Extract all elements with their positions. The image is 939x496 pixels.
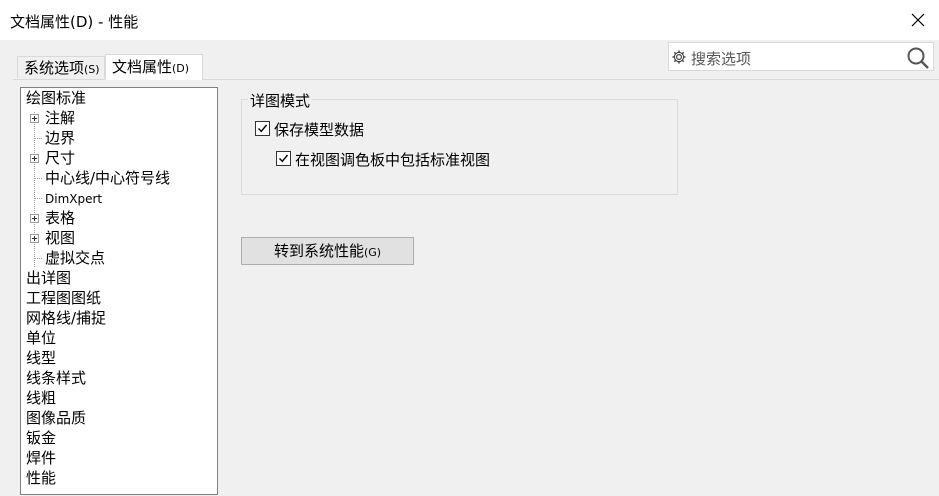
tree-item-annotations[interactable]: 注解 [45, 108, 75, 128]
tree-item-line-style[interactable]: 线条样式 [26, 368, 86, 388]
expand-icon[interactable] [30, 154, 39, 163]
tab-document-properties-accel: (D) [172, 62, 190, 75]
save-model-data-label[interactable]: 保存模型数据 [274, 119, 364, 140]
tree-item-borders[interactable]: 边界 [45, 128, 75, 148]
tree-item-virtual-sharps[interactable]: 虚拟交点 [45, 248, 105, 268]
tree-item-views[interactable]: 视图 [45, 228, 75, 248]
window-title: 文档属性(D) - 性能 [10, 13, 139, 31]
expand-icon[interactable] [30, 214, 39, 223]
search-icon[interactable] [906, 46, 930, 70]
include-standard-views-label[interactable]: 在视图调色板中包括标准视图 [295, 149, 490, 170]
detail-mode-legend: 详图模式 [248, 90, 313, 111]
goto-system-performance-button[interactable]: 转到系统性能(G) [241, 237, 414, 265]
tab-system-options[interactable]: 系统选项(S) [17, 56, 105, 78]
goto-system-performance-accel: (G) [363, 246, 382, 259]
goto-system-performance-label: 转到系统性能 [273, 242, 364, 260]
tab-system-options-accel: (S) [84, 63, 100, 76]
tree-item-sheet-metal[interactable]: 钣金 [26, 428, 56, 448]
checkmark-icon [258, 124, 268, 133]
tree-item-weldments[interactable]: 焊件 [26, 448, 56, 468]
tree-connector [34, 258, 42, 259]
search-box[interactable]: 搜索选项 [668, 42, 934, 71]
close-button[interactable] [896, 0, 939, 40]
tree-item-detailing[interactable]: 出详图 [26, 268, 71, 288]
tab-document-properties[interactable]: 文档属性(D) [105, 54, 203, 80]
close-icon [911, 13, 924, 27]
tree-item-drawing-sheets[interactable]: 工程图图纸 [26, 288, 101, 308]
tree-item-performance[interactable]: 性能 [26, 468, 56, 488]
save-model-data-checkbox[interactable] [255, 121, 270, 136]
tree-item-dimxpert[interactable]: DimXpert [45, 189, 102, 209]
tree-item-dimensions[interactable]: 尺寸 [45, 148, 75, 168]
tree-item-image-quality[interactable]: 图像品质 [26, 408, 86, 428]
tree-item-line-font[interactable]: 线型 [26, 348, 56, 368]
gear-icon [672, 50, 686, 64]
tab-document-properties-label: 文档属性 [112, 58, 173, 76]
tree-connector [34, 198, 42, 199]
property-tree[interactable]: 绘图标准 注解 边界 尺寸 中心线/中心符号线 DimXpert 表格 视图 虚… [20, 87, 218, 495]
tree-item-grid-snap[interactable]: 网格线/捕捉 [26, 308, 106, 328]
tree-connector [34, 112, 35, 267]
include-standard-views-checkbox[interactable] [276, 151, 291, 166]
tab-system-options-label: 系统选项 [24, 59, 85, 77]
tree-item-tables[interactable]: 表格 [45, 208, 75, 228]
tree-connector [34, 138, 42, 139]
expand-icon[interactable] [30, 234, 39, 243]
detail-mode-group [241, 99, 678, 195]
tree-item-centerlines[interactable]: 中心线/中心符号线 [45, 168, 170, 188]
tree-connector [34, 178, 42, 179]
search-input[interactable]: 搜索选项 [691, 48, 751, 69]
checkmark-icon [279, 154, 289, 163]
expand-icon[interactable] [30, 114, 39, 123]
title-bar: 文档属性(D) - 性能 [0, 0, 939, 40]
tree-item-line-thickness[interactable]: 线粗 [26, 388, 56, 408]
tree-item-drafting-standard[interactable]: 绘图标准 [26, 88, 86, 108]
tree-item-units[interactable]: 单位 [26, 328, 56, 348]
